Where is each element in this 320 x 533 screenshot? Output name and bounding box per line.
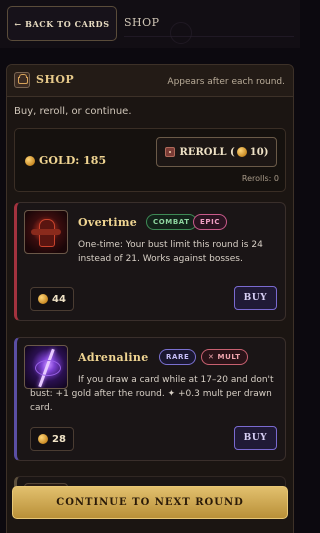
shop-bag-icon — [14, 72, 30, 88]
shop-subtitle: Appears after each round. — [167, 77, 285, 87]
gold-box: GOLD: 185 REROLL ( 10) Rerolls: 0 — [14, 128, 286, 192]
item-price: 44 — [30, 287, 74, 311]
shop-item-overtime: Overtime COMBAT EPIC One-time: Your bust… — [14, 202, 286, 321]
shop-header: SHOP Appears after each round. — [7, 65, 293, 97]
shop-title: SHOP — [36, 73, 75, 86]
reroll-cost: 10) — [249, 146, 269, 158]
shop-item-adrenaline: Adrenaline RARE ✕ MULT If you draw a car… — [14, 337, 286, 461]
shop-intro: Buy, reroll, or continue. — [14, 106, 132, 117]
buy-button[interactable]: BUY — [234, 286, 277, 310]
price-value: 44 — [52, 293, 66, 305]
continue-to-next-round-button[interactable]: CONTINUE TO NEXT ROUND — [12, 486, 288, 519]
reroll-label: REROLL ( — [179, 146, 235, 158]
item-name: Overtime — [78, 216, 138, 229]
epic-badge: EPIC — [193, 214, 228, 230]
gold-label: GOLD: 185 — [39, 154, 107, 167]
coin-icon — [38, 294, 49, 304]
dice-icon — [164, 147, 175, 157]
top-bar: ← BACK TO CARDS SHOP — [0, 0, 300, 48]
divider — [124, 36, 294, 48]
mult-badge: ✕ MULT — [201, 349, 248, 365]
item-description: One-time: Your bust limit this round is … — [78, 240, 263, 264]
buy-button[interactable]: BUY — [234, 426, 277, 450]
back-to-cards-button[interactable]: ← BACK TO CARDS — [7, 6, 117, 41]
coin-icon — [25, 155, 35, 166]
item-price: 28 — [30, 427, 74, 451]
shop-panel: SHOP Appears after each round. Buy, rero… — [6, 64, 294, 533]
combat-badge: COMBAT — [146, 214, 197, 230]
rerolls-count: Rerolls: 0 — [241, 174, 279, 183]
price-value: 28 — [52, 433, 66, 445]
coin-icon — [236, 147, 247, 157]
gold-display: GOLD: 185 — [25, 154, 106, 167]
item-description: If you draw a card while at 17–20 and do… — [30, 375, 274, 413]
rare-badge: RARE — [159, 349, 197, 365]
overtime-art — [24, 210, 68, 254]
top-title: SHOP — [124, 16, 160, 29]
reroll-button[interactable]: REROLL ( 10) — [156, 137, 277, 167]
coin-icon — [38, 434, 49, 444]
item-name: Adrenaline — [78, 351, 149, 364]
